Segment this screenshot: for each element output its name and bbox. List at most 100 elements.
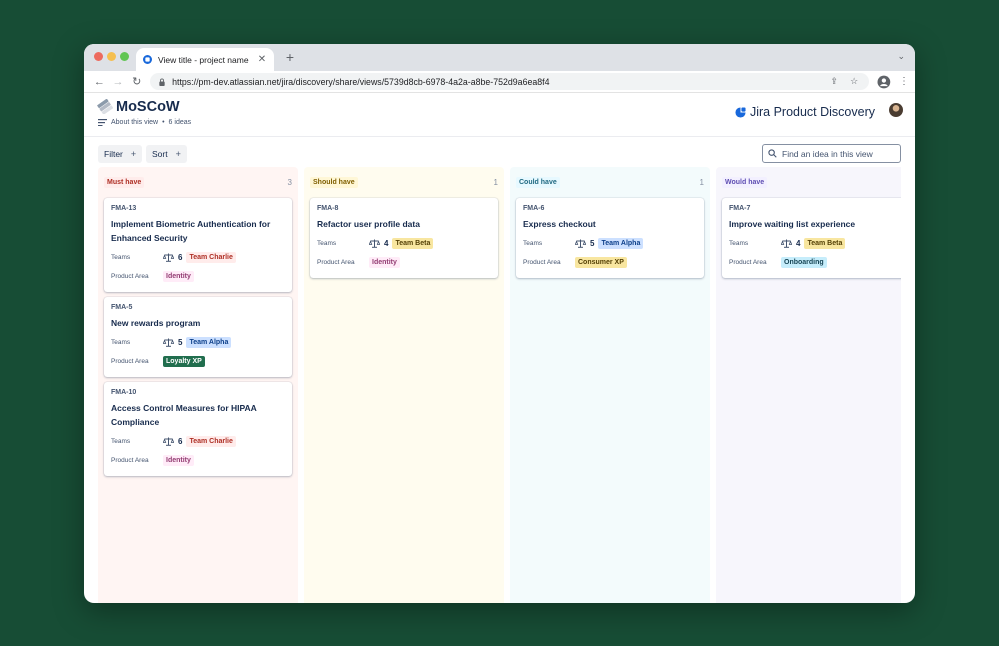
product-area-field: Product Area Onboarding (729, 254, 901, 270)
column-title-lozenge[interactable]: Should have (310, 176, 358, 188)
column-must: Must have 3 FMA-13 Implement Biometric Auth… (98, 167, 298, 603)
team-tag: Team Charlie (186, 251, 236, 263)
teams-field: Teams 4 Team Beta (729, 235, 901, 251)
back-button[interactable]: ← (90, 73, 109, 91)
votes-value: 6 (178, 436, 183, 446)
teams-field: Teams 6 Team Charlie (111, 433, 285, 449)
brand-name: Jira Product Discovery (749, 105, 875, 119)
address-bar[interactable]: https://pm-dev.atlassian.net/jira/discov… (150, 73, 870, 90)
teams-label: Teams (729, 239, 749, 247)
scale-vote-icon (163, 338, 174, 347)
url-text: https://pm-dev.atlassian.net/jira/discov… (172, 76, 550, 87)
share-icon[interactable]: ⇪ (827, 75, 841, 89)
votes-count[interactable]: 4 (781, 239, 800, 248)
search-icon (768, 149, 777, 158)
votes-value: 5 (178, 337, 183, 347)
tab-close-icon[interactable]: ✕ (257, 54, 267, 65)
about-view-row[interactable]: About this view • 6 ideas (98, 119, 191, 126)
board: Must have 3 FMA-13 Implement Biometric Auth… (98, 167, 901, 603)
votes-count[interactable]: 5 (575, 239, 594, 248)
tab-search-chevron-icon[interactable]: ⌄ (897, 51, 905, 62)
bookmark-star-icon[interactable]: ☆ (847, 75, 861, 89)
about-view-link[interactable]: About this view (111, 119, 158, 126)
column-header: Could have 1 (516, 175, 704, 189)
idea-title: New rewards program (111, 318, 201, 328)
idea-title: Refactor user profile data (317, 219, 420, 229)
votes-count[interactable]: 6 (163, 437, 182, 446)
column-would: Would have FMA-7 Improve waiting list expe… (716, 167, 901, 603)
scale-vote-icon (369, 239, 380, 248)
teams-label: Teams (111, 338, 131, 346)
description-lines-icon (98, 119, 107, 126)
product-area-field: Product Area Identity (111, 452, 285, 468)
votes-count[interactable]: 6 (163, 253, 182, 262)
idea-card[interactable]: FMA-10 Access Control Measures for HIPAA … (104, 382, 292, 476)
scale-vote-icon (781, 239, 792, 248)
close-window-button[interactable] (94, 52, 103, 61)
idea-title: Access Control Measures for HIPAA Compli… (111, 403, 257, 427)
column-could: Could have 1 FMA-6 Express checkout Teams 5 Te… (510, 167, 710, 603)
idea-key: FMA-8 (317, 205, 339, 212)
column-title-lozenge[interactable]: Must have (104, 176, 145, 188)
idea-key: FMA-7 (729, 205, 751, 212)
votes-value: 5 (590, 238, 595, 248)
idea-card[interactable]: FMA-7 Improve waiting list experience Team… (722, 198, 901, 278)
brand-logo[interactable]: Jira Product Discovery (735, 105, 875, 119)
minimize-window-button[interactable] (107, 52, 116, 61)
teams-field: Teams 5 Team Alpha (111, 334, 285, 350)
new-tab-button[interactable]: + (283, 50, 297, 64)
teams-field: Teams 5 Team Alpha (523, 235, 697, 251)
browser-menu-icon[interactable]: ⋮ (899, 76, 909, 87)
product-area-tag: Identity (369, 256, 400, 268)
column-should: Should have 1 FMA-8 Refactor user profile d… (304, 167, 504, 603)
jpd-logo-icon (735, 106, 746, 118)
product-area-field: Product Area Loyalty XP (111, 353, 285, 369)
column-count: 1 (699, 177, 704, 187)
scale-vote-icon (163, 437, 174, 446)
idea-card[interactable]: FMA-13 Implement Biometric Authentication… (104, 198, 292, 292)
column-title-lozenge[interactable]: Would have (722, 176, 768, 188)
maximize-window-button[interactable] (120, 52, 129, 61)
teams-field: Teams 4 Team Beta (317, 235, 491, 251)
team-tag: Team Charlie (186, 435, 236, 447)
forward-button[interactable]: → (109, 73, 128, 91)
column-count: 3 (287, 177, 292, 187)
teams-field: Teams 6 Team Charlie (111, 249, 285, 265)
filter-label: Filter (104, 149, 123, 159)
idea-title: Implement Biometric Authentication for E… (111, 219, 271, 243)
plus-icon: + (130, 149, 137, 159)
idea-card[interactable]: FMA-6 Express checkout Teams 5 Team Alpha Pro… (516, 198, 704, 278)
team-tag: Team Beta (392, 237, 434, 249)
view-controls: Filter + Sort + (98, 144, 901, 164)
product-area-field: Product Area Identity (317, 254, 491, 270)
product-area-field: Product Area Identity (111, 268, 285, 284)
tab-active[interactable]: View title - project name ✕ (136, 48, 274, 71)
idea-card[interactable]: FMA-8 Refactor user profile data Teams 4 Tea… (310, 198, 498, 278)
profile-avatar-icon[interactable] (877, 75, 891, 89)
filter-button[interactable]: Filter + (98, 145, 143, 163)
votes-count[interactable]: 5 (163, 338, 182, 347)
browser-toolbar: ← → ↻ https://pm-dev.atlassian.net/jira/… (84, 71, 915, 93)
user-avatar[interactable] (889, 103, 903, 117)
column-header: Must have 3 (104, 175, 292, 189)
product-area-field: Product Area Consumer XP (523, 254, 697, 270)
teams-label: Teams (317, 239, 337, 247)
product-area-label: Product Area (523, 258, 561, 266)
search-input[interactable] (782, 148, 892, 159)
idea-key: FMA-10 (111, 389, 137, 396)
column-header: Should have 1 (310, 175, 498, 189)
votes-count[interactable]: 4 (369, 239, 388, 248)
page-title: MoSCoW (116, 99, 180, 115)
sort-button[interactable]: Sort + (146, 145, 187, 163)
product-area-label: Product Area (111, 272, 149, 280)
idea-card[interactable]: FMA-5 New rewards program Teams 5 Team Alpha… (104, 297, 292, 377)
product-area-tag: Consumer XP (575, 256, 627, 268)
product-area-label: Product Area (111, 357, 149, 365)
column-title-lozenge[interactable]: Could have (516, 176, 560, 188)
column-count: 1 (493, 177, 498, 187)
team-tag: Team Beta (804, 237, 846, 249)
reload-button[interactable]: ↻ (127, 73, 146, 91)
browser-window: View title - project name ✕ + ⌄ ← → ↻ ht… (84, 44, 915, 603)
search-box[interactable] (762, 144, 901, 163)
product-area-tag: Identity (163, 270, 194, 282)
